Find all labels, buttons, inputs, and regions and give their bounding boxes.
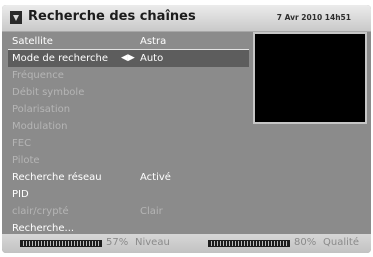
menu-item-pid[interactable]: PID [8,186,249,203]
menu-item-value: Astra [140,36,167,47]
menu-item-label: clair/crypté [12,206,69,217]
search-settings-list: Satellite Astra Mode de recherche ◀▶ Aut… [8,33,249,237]
quality-label: Qualité [323,237,359,248]
menu-item-value: Clair [140,206,163,217]
menu-item-label: PID [12,189,29,200]
header-bar: Recherche des chaînes 7 Avr 2010 14h51 [2,5,371,32]
level-bar [20,240,102,247]
menu-item-pilot: Pilote [8,152,249,169]
level-percent: 57% [106,237,129,248]
menu-item-frequency: Fréquence [8,67,249,84]
menu-item-label: Fréquence [12,70,64,81]
date-time: 7 Avr 2010 14h51 [276,13,351,22]
menu-item-label: FEC [12,138,32,149]
menu-item-satellite[interactable]: Satellite Astra [8,33,249,50]
menu-item-network-search[interactable]: Recherche réseau Activé [8,169,249,186]
menu-item-label: Polarisation [12,104,71,115]
menu-item-label: Mode de recherche [12,53,109,64]
quality-percent: 80% [294,237,317,248]
menu-item-label: Satellite [12,36,53,47]
menu-item-label: Pilote [12,155,40,166]
menu-item-search-mode[interactable]: Mode de recherche ◀▶ Auto [8,50,249,67]
tv-screen: Recherche des chaînes 7 Avr 2010 14h51 S… [0,0,373,257]
menu-item-polarisation: Polarisation [8,101,249,118]
quality-bar [208,240,290,247]
menu-item-value: Auto [140,53,164,64]
signal-footer: 57% Niveau 80% Qualité [2,234,371,253]
menu-item-value: Activé [140,172,171,183]
menu-item-label: Modulation [12,121,68,132]
menu-item-modulation: Modulation [8,118,249,135]
video-preview [253,32,367,124]
channel-search-panel: Recherche des chaînes 7 Avr 2010 14h51 S… [2,5,371,253]
menu-item-symbol-rate: Débit symbole [8,84,249,101]
left-right-arrows-icon[interactable]: ◀▶ [121,50,135,67]
menu-item-label: Débit symbole [12,87,85,98]
page-title: Recherche des chaînes [28,9,196,24]
menu-item-label: Recherche réseau [12,172,102,183]
menu-item-clear-scrambled: clair/crypté Clair [8,203,249,220]
level-label: Niveau [135,237,170,248]
satellite-search-icon [10,11,22,24]
menu-item-fec: FEC [8,135,249,152]
